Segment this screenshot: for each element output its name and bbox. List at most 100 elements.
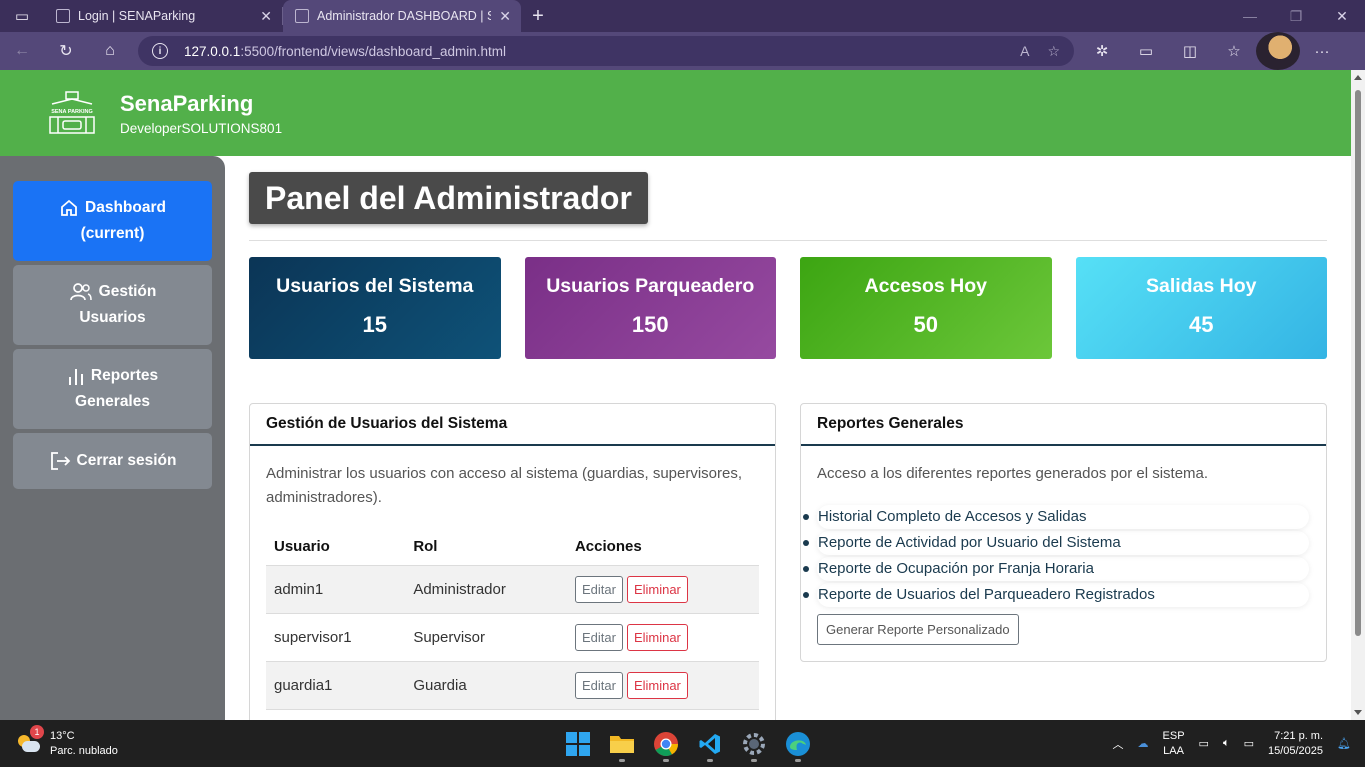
stat-card-exits-today: Salidas Hoy 45 — [1075, 257, 1327, 359]
stat-card-parking-users: Usuarios Parqueadero 150 — [524, 257, 776, 359]
column-header-role: Rol — [405, 532, 567, 566]
notification-badge: 1 — [30, 724, 44, 739]
taskbar-apps — [560, 720, 816, 767]
home-icon[interactable]: ⌂ — [88, 32, 132, 70]
url-input[interactable]: i 127.0.0.1:5500/frontend/views/dashboar… — [138, 36, 1074, 66]
new-tab-icon[interactable]: + — [521, 0, 555, 32]
sidebar-item-users[interactable]: Gestión Usuarios — [13, 265, 212, 345]
panel-description: Administrar los usuarios con acceso al s… — [266, 465, 743, 506]
sidebar-item-sublabel: (current) — [80, 225, 145, 242]
panel-heading: Gestión de Usuarios del Sistema — [250, 404, 775, 446]
tab-title: Administrador DASHBOARD | SEN — [317, 9, 492, 23]
windows-taskbar: 1 13°C Parc. nublado ︿ ☁ ESP LAA ▭ 🔈︎ ▭ … — [0, 720, 1365, 767]
delete-button[interactable]: Eliminar — [626, 624, 688, 651]
browser-tab-login[interactable]: Login | SENAParking ✕ — [44, 0, 282, 32]
cell-user: supervisor1 — [266, 613, 406, 662]
edit-button[interactable]: Editar — [574, 576, 623, 603]
favorite-star-icon[interactable]: ☆ — [1047, 43, 1060, 60]
network-icon[interactable]: ▭ — [1199, 737, 1209, 750]
content-panels: Gestión de Usuarios del Sistema Administ… — [249, 403, 1327, 720]
report-link-access-history[interactable]: Historial Completo de Accesos y Salidas — [817, 505, 1309, 529]
report-link-parking-users[interactable]: Reporte de Usuarios del Parqueadero Regi… — [817, 583, 1309, 607]
weather-widget[interactable]: 1 13°C Parc. nublado — [16, 724, 118, 759]
cell-user: guardia1 — [266, 661, 406, 710]
vscode-icon[interactable] — [692, 726, 728, 762]
language-code: ESP — [1162, 729, 1185, 742]
cast-icon[interactable]: ▭ — [1124, 32, 1168, 70]
refresh-icon[interactable]: ↻ — [44, 32, 88, 70]
chevron-up-icon[interactable]: ︿ — [1113, 736, 1124, 752]
more-menu-icon[interactable]: ··· — [1300, 32, 1344, 70]
back-icon[interactable]: ← — [0, 32, 44, 70]
stat-card-system-users: Usuarios del Sistema 15 — [249, 257, 501, 359]
cell-user: admin1 — [266, 565, 406, 614]
sidebar-item-label: Cerrar sesión — [76, 452, 177, 469]
language-indicator[interactable]: ESP LAA — [1163, 729, 1185, 759]
browser-tab-dashboard[interactable]: Administrador DASHBOARD | SEN ✕ — [283, 0, 521, 32]
notification-bell-icon[interactable]: 🔔︎ — [1337, 737, 1351, 750]
report-link-user-activity[interactable]: Reporte de Actividad por Usuario del Sis… — [817, 531, 1309, 555]
sidebar-item-label: Gestión — [98, 283, 157, 300]
read-aloud-icon[interactable]: A — [1020, 43, 1029, 60]
file-explorer-icon[interactable] — [604, 726, 640, 762]
clock[interactable]: 7:21 p. m. 15/05/2025 — [1268, 729, 1323, 759]
weather-temperature: 13°C — [50, 729, 75, 742]
sidebar: Dashboard (current) Gestión Usuarios Rep… — [0, 156, 225, 720]
reports-list: Historial Completo de Accesos y Salidas … — [803, 504, 1310, 608]
bar-chart-icon — [68, 368, 83, 385]
window-controls: — ❐ ✕ — [1227, 0, 1365, 32]
restore-icon[interactable]: ❐ — [1273, 0, 1319, 32]
table-row: guardia1 Guardia Editar Eliminar — [266, 661, 759, 710]
profile-avatar[interactable] — [1256, 32, 1300, 70]
onedrive-cloud-icon[interactable]: ☁ — [1138, 737, 1149, 750]
custom-report-button[interactable]: Generar Reporte Personalizado — [817, 614, 1019, 645]
tab-actions-icon[interactable]: ▭ — [0, 0, 44, 32]
page-title: Panel del Administrador — [249, 172, 648, 224]
brand-name: SenaParking — [120, 90, 254, 116]
stat-card-value: 50 — [913, 312, 938, 337]
main-content: Panel del Administrador Usuarios del Sis… — [249, 156, 1327, 720]
general-reports-panel: Reportes Generales Acceso a los diferent… — [800, 403, 1327, 662]
site-info-icon[interactable]: i — [152, 43, 168, 59]
start-button[interactable] — [560, 726, 596, 762]
close-tab-icon[interactable]: ✕ — [260, 8, 272, 25]
edit-button[interactable]: Editar — [574, 672, 623, 699]
sidebar-item-sublabel: Usuarios — [79, 309, 146, 326]
close-tab-icon[interactable]: ✕ — [499, 8, 511, 25]
scroll-down-arrow-icon[interactable] — [1354, 710, 1362, 715]
stat-card-label: Accesos Hoy — [864, 275, 987, 297]
system-tray: ︿ ☁ ESP LAA ▭ 🔈︎ ▭ 7:21 p. m. 15/05/2025… — [1113, 720, 1351, 767]
minimize-icon[interactable]: — — [1227, 0, 1273, 32]
settings-gear-icon[interactable] — [736, 726, 772, 762]
battery-icon[interactable]: ▭ — [1244, 737, 1254, 750]
cell-role: Administrador — [405, 565, 567, 614]
table-row: admin1 Administrador Editar Eliminar — [266, 565, 759, 614]
browser-address-bar: ← ↻ ⌂ i 127.0.0.1:5500/frontend/views/da… — [0, 32, 1365, 70]
chrome-icon[interactable] — [648, 726, 684, 762]
page-scrollbar[interactable] — [1351, 70, 1365, 720]
logout-icon — [50, 452, 70, 470]
url-host: 127.0.0.1 — [184, 43, 241, 59]
favorites-icon[interactable]: ☆ — [1212, 32, 1256, 70]
stat-card-label: Usuarios del Sistema — [276, 275, 474, 297]
users-table: Usuario Rol Acciones admin1 Administrado… — [266, 532, 759, 710]
scrollbar-thumb[interactable] — [1355, 90, 1361, 636]
split-screen-icon[interactable]: ◫ — [1168, 32, 1212, 70]
sidebar-item-reports[interactable]: Reportes Generales — [13, 349, 212, 429]
sidebar-item-dashboard[interactable]: Dashboard (current) — [13, 181, 212, 261]
logo-text: SENA PARKING — [51, 109, 93, 115]
sidebar-item-label: Dashboard — [85, 199, 166, 216]
edge-icon[interactable] — [780, 726, 816, 762]
close-window-icon[interactable]: ✕ — [1319, 0, 1365, 32]
edit-button[interactable]: Editar — [574, 624, 623, 651]
clock-time: 7:21 p. m. — [1274, 729, 1324, 742]
delete-button[interactable]: Eliminar — [626, 576, 688, 603]
column-header-user: Usuario — [266, 532, 406, 566]
stat-card-label: Salidas Hoy — [1145, 275, 1257, 297]
report-link-occupancy[interactable]: Reporte de Ocupación por Franja Horaria — [817, 557, 1309, 581]
delete-button[interactable]: Eliminar — [626, 672, 688, 699]
sidebar-item-logout[interactable]: Cerrar sesión — [13, 433, 212, 489]
volume-icon[interactable]: 🔈︎ — [1223, 737, 1230, 750]
scroll-up-arrow-icon[interactable] — [1354, 75, 1362, 80]
extensions-icon[interactable]: ✲ — [1080, 32, 1124, 70]
